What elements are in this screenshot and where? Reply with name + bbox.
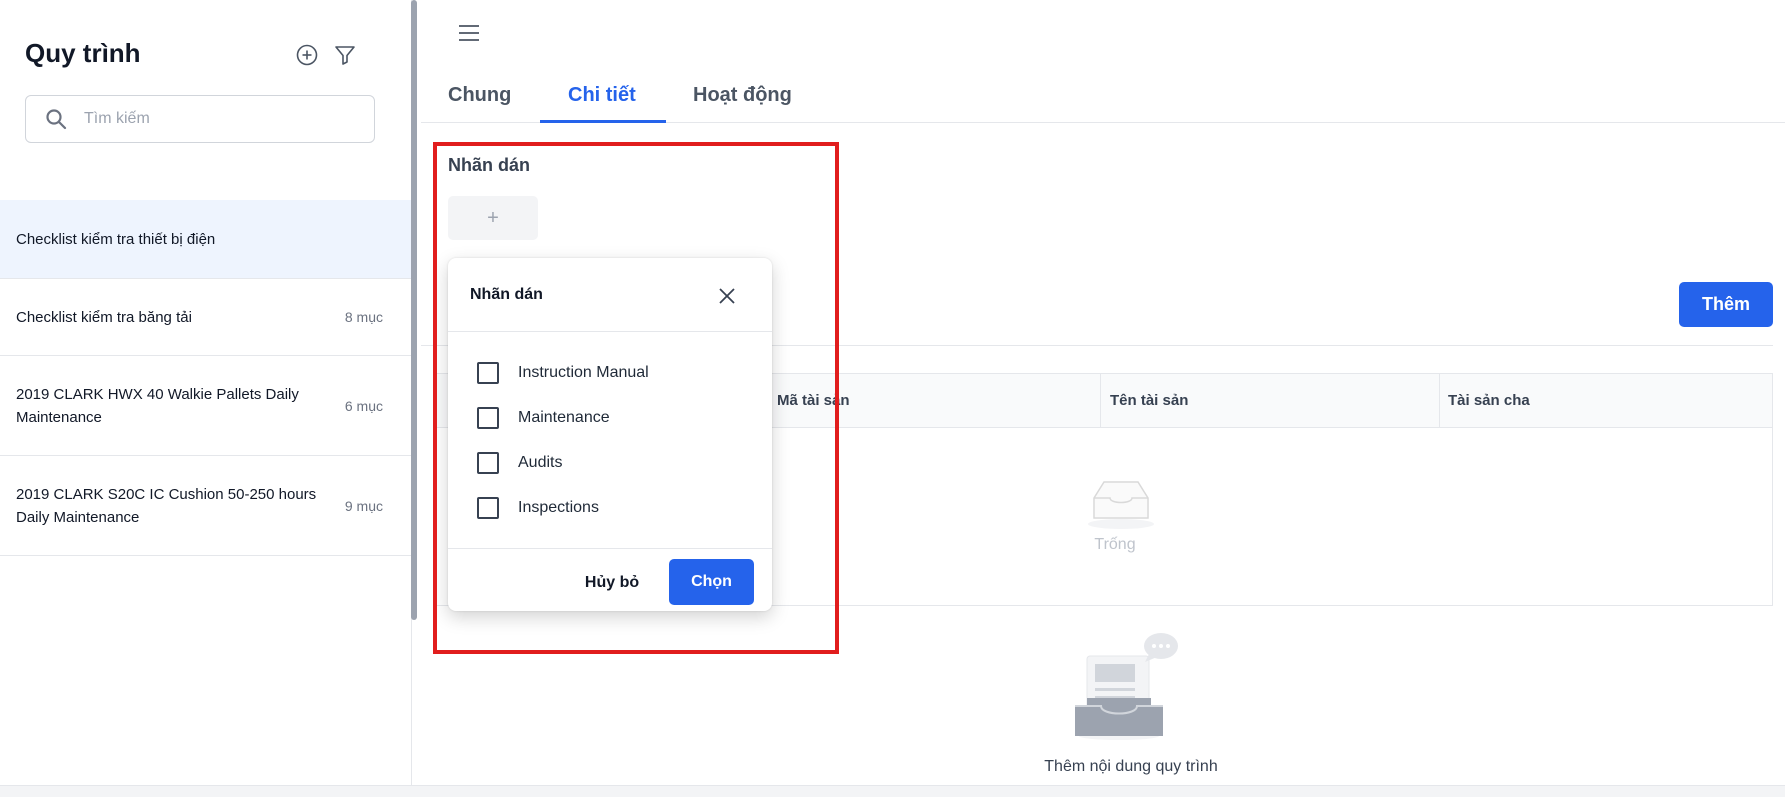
labels-section-title: Nhãn dán bbox=[448, 155, 531, 175]
list-item[interactable]: Checklist kiểm tra thiết bị điện bbox=[0, 200, 411, 279]
label-option-text: Instruction Manual bbox=[518, 364, 649, 381]
label-option-audits[interactable]: Audits bbox=[477, 452, 562, 474]
list-item[interactable]: 2019 CLARK S20C IC Cushion 50-250 hours … bbox=[0, 456, 411, 556]
filter-icon bbox=[335, 46, 355, 65]
close-button[interactable] bbox=[715, 284, 739, 308]
column-divider bbox=[1439, 374, 1440, 428]
column-header-asset-code: Mã tài sản bbox=[777, 392, 850, 409]
close-icon bbox=[719, 288, 735, 304]
filter-button[interactable] bbox=[332, 42, 358, 68]
tab-hoat-dong[interactable]: Hoạt động bbox=[693, 84, 792, 107]
list-item[interactable]: Checklist kiểm tra băng tải 8 mục bbox=[0, 279, 411, 356]
sidebar-scrollbar[interactable] bbox=[411, 0, 417, 620]
list-item-name: Checklist kiểm tra băng tải bbox=[16, 308, 192, 326]
label-picker-popup: Nhãn dán Instruction Manual Maintenance … bbox=[448, 258, 772, 611]
list-item[interactable]: 2019 CLARK HWX 40 Walkie Pallets Daily M… bbox=[0, 356, 411, 456]
label-option-maintenance[interactable]: Maintenance bbox=[477, 407, 610, 429]
choose-button[interactable]: Chọn bbox=[669, 559, 754, 605]
cancel-button[interactable]: Hủy bỏ bbox=[576, 569, 648, 597]
search-icon bbox=[46, 109, 67, 130]
checkbox[interactable] bbox=[477, 407, 499, 429]
process-list: Checklist kiểm tra thiết bị điện Checkli… bbox=[0, 200, 411, 556]
label-option-inspections[interactable]: Inspections bbox=[477, 497, 599, 519]
search-box bbox=[25, 95, 375, 143]
list-item-count: 9 mục bbox=[344, 497, 383, 514]
divider bbox=[448, 548, 772, 549]
column-header-parent-asset: Tài sản cha bbox=[1448, 392, 1530, 409]
sidebar: Quy trình Checklist kiểm tra thiết bị đi… bbox=[0, 0, 412, 785]
label-option-text: Inspections bbox=[518, 499, 599, 516]
plus-circle-icon bbox=[296, 44, 318, 66]
list-item-count: 6 mục bbox=[344, 397, 383, 414]
column-header-asset-name: Tên tài sản bbox=[1110, 392, 1189, 409]
divider bbox=[448, 331, 772, 332]
empty-inbox-icon bbox=[1088, 481, 1154, 529]
hamburger-menu-icon bbox=[459, 25, 479, 41]
tab-chi-tiet[interactable]: Chi tiết bbox=[568, 84, 636, 107]
tab-bar: Chung Chi tiết Hoạt động bbox=[421, 68, 1785, 123]
active-tab-indicator bbox=[540, 120, 666, 123]
popup-title: Nhãn dán bbox=[470, 286, 543, 303]
column-divider bbox=[1100, 374, 1101, 428]
checkbox[interactable] bbox=[477, 362, 499, 384]
list-item-count: 8 mục bbox=[344, 309, 383, 325]
inbox-chat-illustration bbox=[1075, 633, 1178, 740]
list-item-name: Checklist kiểm tra thiết bị điện bbox=[16, 230, 216, 248]
search-input[interactable] bbox=[84, 110, 344, 128]
checkbox[interactable] bbox=[477, 452, 499, 474]
label-option-text: Audits bbox=[518, 454, 563, 471]
list-item-name: 2019 CLARK S20C IC Cushion 50-250 hours … bbox=[16, 485, 317, 526]
add-label-button[interactable]: + bbox=[448, 196, 538, 240]
label-option-text: Maintenance bbox=[518, 409, 610, 426]
checkbox[interactable] bbox=[477, 497, 499, 519]
content-hint: Thêm nội dung quy trình bbox=[1044, 758, 1218, 775]
sidebar-title: Quy trình bbox=[25, 38, 141, 68]
list-item-name: 2019 CLARK HWX 40 Walkie Pallets Daily M… bbox=[16, 385, 299, 426]
add-process-button[interactable] bbox=[294, 42, 320, 68]
tab-chung[interactable]: Chung bbox=[448, 84, 511, 107]
add-asset-button[interactable]: Thêm bbox=[1679, 282, 1773, 327]
bottom-bar bbox=[0, 785, 1785, 797]
label-option-instruction-manual[interactable]: Instruction Manual bbox=[477, 362, 649, 384]
menu-button[interactable] bbox=[456, 20, 482, 46]
